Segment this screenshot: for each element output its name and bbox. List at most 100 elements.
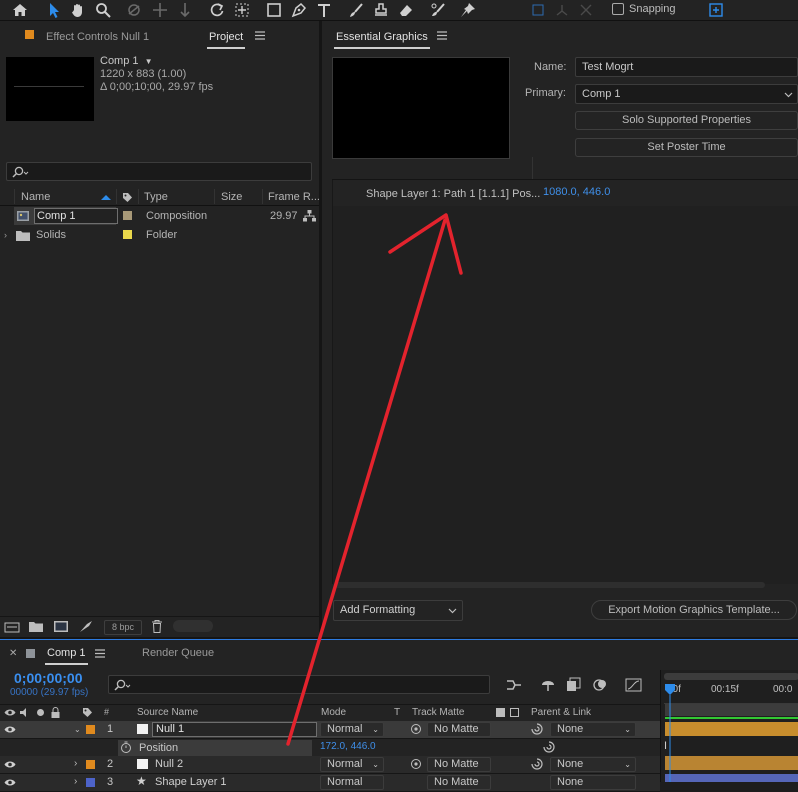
layer-bar-null-1[interactable] [665,722,798,736]
horizontal-scrollbar[interactable] [335,582,765,588]
composition-flowchart-icon[interactable] [506,678,522,692]
project-scrollbar[interactable] [173,620,213,632]
sort-ascending-icon[interactable] [101,195,111,200]
expand-arrow-icon[interactable]: › [4,230,7,240]
preview-comp-name[interactable]: Comp 1 ▼ [100,55,153,67]
eye-icon[interactable] [4,725,16,734]
track-matte-dropdown[interactable]: No Matte [427,775,491,790]
interpret-footage-icon[interactable] [4,621,20,633]
dolly-icon[interactable] [175,1,195,19]
label-tag-icon[interactable] [122,192,133,203]
bit-depth-button[interactable]: 8 bpc [104,620,142,635]
layer-bar-shape-layer-1[interactable] [665,774,798,782]
essential-property-value[interactable]: 1080.0, 446.0 [543,186,610,198]
audio-icon[interactable] [20,708,30,717]
label-color-swatch[interactable] [123,230,132,239]
position-value[interactable]: 172.0, 446.0 [320,741,376,752]
new-folder-icon[interactable] [29,621,43,632]
layer-bar-null-2[interactable] [665,756,798,770]
motion-blur-icon[interactable] [592,677,608,692]
panel-menu-icon[interactable] [95,649,105,658]
expression-pick-whip-icon[interactable] [543,741,555,753]
add-formatting-dropdown[interactable]: Add Formatting [333,600,463,621]
anchor-point-tool-icon[interactable] [232,1,252,19]
set-poster-time-button[interactable]: Set Poster Time [575,138,798,157]
parent-dropdown[interactable]: None [550,775,636,790]
layer-row-null-1[interactable]: ⌄ 1 Null 1 Normal ⌄ No Matte None ⌄ [0,721,660,739]
blend-mode-dropdown[interactable]: Normal [320,775,384,790]
parent-dropdown[interactable]: None ⌄ [550,757,636,772]
rotation-tool-icon[interactable] [207,1,227,19]
layer-label-color[interactable] [86,778,95,787]
column-size[interactable]: Size [221,191,242,203]
tab-project[interactable]: Project [206,31,246,49]
blend-mode-dropdown[interactable]: Normal ⌄ [320,722,384,737]
essential-property-row[interactable]: Shape Layer 1: Path 1 [1.1.1] Pos... 108… [333,180,798,206]
layer-name[interactable]: Shape Layer 1 [155,776,227,788]
project-item-comp-1[interactable]: Comp 1 Composition 29.97 [0,207,319,225]
column-parent-link[interactable]: Parent & Link [531,707,591,718]
eraser-tool-icon[interactable] [396,1,416,19]
eye-icon[interactable] [4,760,16,769]
clone-stamp-icon[interactable] [371,1,391,19]
primary-comp-dropdown[interactable]: Comp 1 [575,84,798,104]
label-color-swatch[interactable] [123,211,132,220]
current-timecode[interactable]: 0;00;00;00 [14,670,83,686]
tab-effect-controls[interactable]: Effect Controls Null 1 [46,31,149,43]
flowchart-icon[interactable] [303,210,316,222]
view-axis-mode-icon[interactable] [576,1,596,19]
layer-row-null-2[interactable]: › 2 Null 2 Normal ⌄ No Matte None ⌄ [0,756,660,774]
parent-dropdown[interactable]: None ⌄ [550,722,636,737]
property-row-position[interactable]: Position 172.0, 446.0 [0,739,660,757]
selection-tool-icon[interactable] [44,1,64,19]
layer-search-input[interactable] [108,675,490,694]
matte-mode-icon[interactable] [496,708,505,717]
video-visibility-icon[interactable] [4,708,16,717]
expand-arrow-icon[interactable]: › [74,758,77,769]
column-type[interactable]: Type [144,191,168,203]
playhead[interactable] [664,684,676,782]
project-item-name[interactable]: Solids [36,229,66,241]
column-track-matte[interactable]: Track Matte [412,707,464,718]
close-tab-icon[interactable]: ✕ [9,648,17,659]
trash-icon[interactable] [151,620,163,633]
project-item-solids[interactable]: › Solids Folder [0,226,319,244]
lock-icon[interactable] [51,707,60,718]
shy-layers-icon[interactable] [540,678,556,692]
solo-icon[interactable] [37,709,44,716]
local-axis-mode-icon[interactable] [528,1,548,19]
blend-mode-dropdown[interactable]: Normal ⌄ [320,757,384,772]
tab-comp-1[interactable]: Comp 1 [45,647,88,665]
parent-pick-whip-icon[interactable] [531,758,543,770]
pen-tool-icon[interactable] [289,1,309,19]
pick-whip-icon[interactable] [410,723,422,735]
project-search-input[interactable] [6,162,312,181]
rotate-orbit-icon[interactable] [124,1,144,19]
panel-menu-icon[interactable] [437,31,447,40]
tab-render-queue[interactable]: Render Queue [142,647,214,659]
column-name[interactable]: Name [21,191,50,203]
graph-editor-icon[interactable] [625,677,642,692]
frame-blending-icon[interactable] [566,677,582,692]
rectangle-tool-icon[interactable] [264,1,284,19]
eye-icon[interactable] [4,778,16,787]
layer-label-color[interactable] [86,725,95,734]
layer-row-shape-layer-1[interactable]: › 3 ★ Shape Layer 1 Normal No Matte None [0,774,660,792]
layer-name[interactable]: Null 1 [152,722,317,737]
fx-switch-icon[interactable] [510,708,519,717]
pan-move-icon[interactable] [150,1,170,19]
column-source-name[interactable]: Source Name [137,707,198,718]
snap-target-icon[interactable] [706,1,726,19]
column-mode[interactable]: Mode [321,707,346,718]
roto-brush-icon[interactable] [428,1,448,19]
tab-essential-graphics[interactable]: Essential Graphics [334,31,430,49]
project-settings-icon[interactable] [79,620,93,633]
preview-dropdown-icon[interactable]: ▼ [145,57,153,66]
work-area-range[interactable] [665,717,798,719]
zoom-tool-icon[interactable] [93,1,113,19]
solo-supported-properties-button[interactable]: Solo Supported Properties [575,111,798,130]
stopwatch-icon[interactable] [120,741,132,753]
world-axis-mode-icon[interactable] [552,1,572,19]
parent-pick-whip-icon[interactable] [531,723,543,735]
project-item-name[interactable]: Comp 1 [34,208,118,224]
